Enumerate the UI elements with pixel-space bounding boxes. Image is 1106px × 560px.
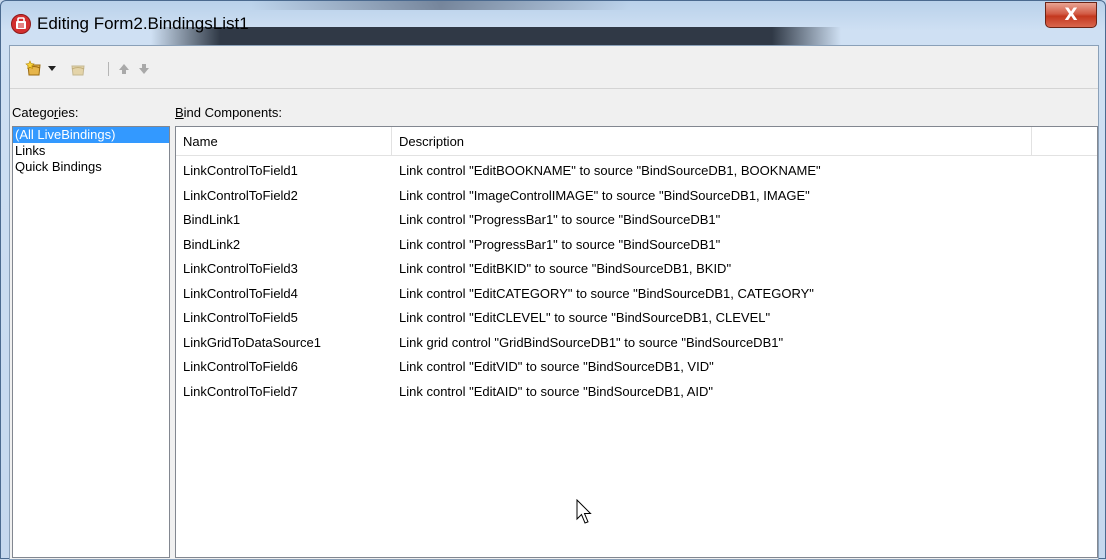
column-header-description[interactable]: Description [392,127,1032,156]
table-row[interactable]: BindLink2 Link control "ProgressBar1" to … [176,233,1097,258]
table-row[interactable]: BindLink1 Link control "ProgressBar1" to … [176,208,1097,233]
mouse-cursor-icon [576,499,592,524]
row-description: Link control "EditBKID" to source "BindS… [399,261,732,276]
column-header-name[interactable]: Name [176,127,392,156]
background-bleed-strip [151,27,841,45]
row-name: LinkControlToField7 [183,383,298,399]
table-row[interactable]: LinkGridToDataSource1 Link grid control "… [176,331,1097,356]
table-row[interactable]: LinkControlToField6 Link control "EditVID… [176,355,1097,380]
row-description: Link control "ProgressBar1" to source "B… [399,236,721,252]
table-row[interactable]: LinkControlToField2 Link control "ImageCo… [176,184,1097,209]
grid-rows: LinkControlToField1 Link control "EditBOO… [176,159,1097,404]
window-title: Editing Form2.BindingsList1 [37,14,249,33]
row-description: Link control "EditBOOKNAME" to source "B… [399,163,821,178]
toolbar [10,46,1098,89]
category-item-all-livebindings[interactable]: (All LiveBindings) [13,127,169,143]
row-description: Link control "EditCLEVEL" to source "Bin… [399,310,771,325]
row-name: BindLink2 [183,236,241,252]
table-row[interactable]: LinkControlToField4 Link control "EditCAT… [176,282,1097,307]
categories-list[interactable]: (All LiveBindings) Links Quick Bindings [12,126,170,558]
title-bar[interactable]: Editing Form2.BindingsList1 X [1,1,1105,45]
row-description: Link control "EditVID" to source "BindSo… [399,359,714,374]
row-description: Link grid control "GridBindSourceDB1" to… [399,334,784,350]
move-up-icon[interactable] [116,60,132,78]
bind-components-label: Bind Components: [175,105,282,120]
toolbar-separator [108,62,109,76]
app-icon [11,14,31,34]
grid-header: Name Description [176,127,1097,156]
row-name: LinkControlToField2 [183,187,298,203]
row-name: LinkControlToField6 [183,359,298,374]
row-name: LinkControlToField3 [183,261,298,276]
delete-binding-icon[interactable] [68,60,88,78]
row-name: LinkControlToField5 [183,310,298,325]
bind-components-grid[interactable]: Name Description LinkControlToField1 Link… [175,126,1098,558]
row-name: BindLink1 [183,212,241,227]
table-row[interactable]: LinkControlToField3 Link control "EditBKI… [176,257,1097,282]
row-description: Link control "EditAID" to source "BindSo… [399,383,713,399]
category-item-quick-bindings[interactable]: Quick Bindings [13,159,169,175]
row-description: Link control "ImageControlIMAGE" to sour… [399,187,810,203]
new-binding-icon[interactable] [24,60,44,78]
table-row[interactable]: LinkControlToField5 Link control "EditCLE… [176,306,1097,331]
background-bleed [251,1,631,10]
row-description: Link control "ProgressBar1" to source "B… [399,212,721,227]
row-name: LinkControlToField1 [183,163,298,178]
categories-label: Categories: [12,105,79,120]
row-name: LinkGridToDataSource1 [183,334,322,350]
dialog-client-area: Categories: Bind Components: (All LiveBi… [9,45,1099,560]
table-row[interactable]: LinkControlToField7 Link control "EditAID… [176,380,1097,405]
close-button[interactable]: X [1045,2,1097,28]
editor-window: Editing Form2.BindingsList1 X Categories… [0,0,1106,560]
category-item-links[interactable]: Links [13,143,169,159]
row-name: LinkControlToField4 [183,285,298,301]
move-down-icon[interactable] [136,60,152,78]
row-description: Link control "EditCATEGORY" to source "B… [399,285,814,301]
column-header-filler [1032,127,1097,156]
table-row[interactable]: LinkControlToField1 Link control "EditBOO… [176,159,1097,184]
dropdown-arrow-icon[interactable] [46,60,58,78]
